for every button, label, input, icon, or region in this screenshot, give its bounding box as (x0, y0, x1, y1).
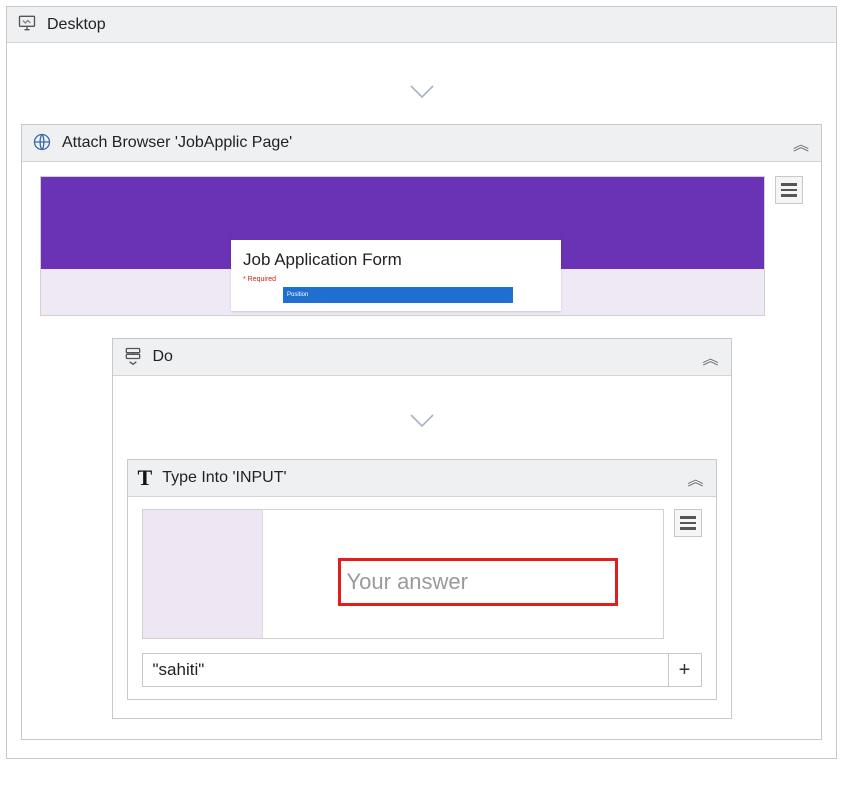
attach-browser-body: Job Application Form * Required Position (22, 162, 821, 739)
type-into-screenshot[interactable]: Your answer (142, 509, 664, 639)
attach-browser-header[interactable]: Attach Browser 'JobApplic Page' ︽ (22, 125, 821, 162)
collapse-icon[interactable]: ︽ (701, 345, 721, 369)
do-header[interactable]: Do ︽ (113, 339, 731, 376)
attach-browser-activity: Attach Browser 'JobApplic Page' ︽ Job Ap… (21, 124, 822, 740)
type-into-header[interactable]: T Type Into 'INPUT' ︽ (128, 460, 716, 497)
collapse-icon[interactable]: ︽ (791, 131, 811, 155)
flow-arrow-icon (127, 412, 717, 435)
desktop-activity: Desktop Attach Browser 'JobApplic Page' … (6, 6, 837, 759)
screenshot-dropdown-text: Position (287, 292, 308, 298)
type-into-title: Type Into 'INPUT' (162, 469, 675, 487)
type-into-selector-row: Your answer (142, 509, 702, 639)
desktop-icon (17, 13, 37, 36)
type-into-value-input[interactable] (142, 653, 668, 687)
collapse-icon[interactable]: ︽ (686, 466, 706, 490)
screenshot-left-panel (143, 510, 263, 638)
flow-arrow-icon (21, 83, 822, 106)
screenshot-required-hint: * Required (243, 276, 549, 283)
do-title: Do (153, 348, 691, 366)
type-into-value-row: + (142, 653, 702, 687)
type-into-options-button[interactable] (674, 509, 702, 537)
type-into-body: Your answer (128, 497, 716, 699)
desktop-body: Attach Browser 'JobApplic Page' ︽ Job Ap… (7, 43, 836, 758)
do-activity: Do ︽ T Type Into 'INPUT' (112, 338, 732, 719)
attach-browser-title: Attach Browser 'JobApplic Page' (62, 134, 781, 152)
screenshot-placeholder-text: Your answer (347, 569, 468, 595)
screenshot-target-highlight: Your answer (338, 558, 618, 606)
type-icon: T (138, 467, 153, 489)
attach-browser-screenshot[interactable]: Job Application Form * Required Position (40, 176, 765, 316)
attach-browser-selector-row: Job Application Form * Required Position (40, 176, 803, 316)
screenshot-dropdown: Position (283, 287, 513, 303)
desktop-activity-header[interactable]: Desktop (7, 7, 836, 43)
globe-icon (32, 132, 52, 155)
type-into-activity: T Type Into 'INPUT' ︽ (127, 459, 717, 700)
desktop-title: Desktop (47, 16, 826, 34)
screenshot-form-card: Job Application Form * Required Position (231, 232, 561, 311)
do-body: T Type Into 'INPUT' ︽ (113, 376, 731, 718)
attach-browser-options-button[interactable] (775, 176, 803, 204)
expression-editor-button[interactable]: + (668, 653, 702, 687)
sequence-icon (123, 346, 143, 369)
screenshot-form-title: Job Application Form (243, 250, 549, 270)
